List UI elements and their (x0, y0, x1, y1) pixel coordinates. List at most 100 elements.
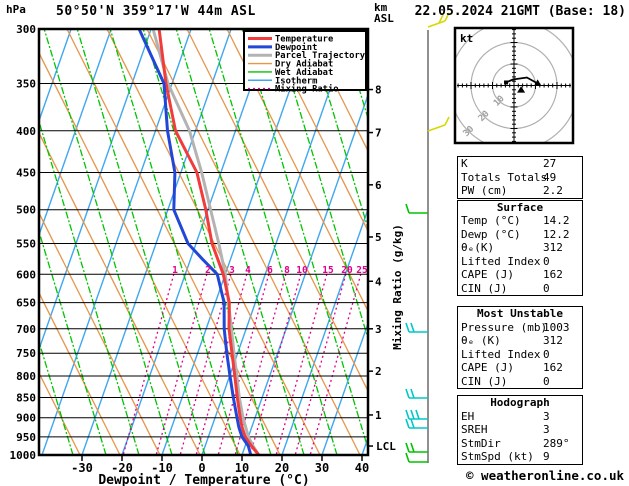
indices-table-hodograph: Hodograph EH 3 SREH 3 StmDir 289° StmSpd (kt) 9 (457, 395, 583, 465)
indices-table-surface: Surface Temp (°C) 14.2 Dewp (°C) 12.2 θₑ(K) 31… (457, 199, 583, 296)
table-row: EH 3 (458, 410, 582, 424)
height-axis-unit-label: km ASL (374, 2, 394, 24)
table-row-label: PW (cm) (461, 184, 508, 197)
table-row-label: CAPE (J) (461, 268, 514, 281)
x-axis-title: Dewpoint / Temperature (°C) (98, 473, 309, 486)
wind-barb (405, 442, 428, 453)
table-row: Lifted Index 0 (458, 348, 582, 362)
temperature-axis: -30 -20 -10 0 10 20 30 40 (71, 455, 369, 475)
table-row-label: Lifted Index (461, 254, 541, 268)
wind-barb (405, 322, 428, 333)
table-row: CAPE (J) 162 (458, 361, 582, 375)
svg-text:850: 850 (16, 391, 36, 404)
table-row: CIN (J) 0 (458, 375, 582, 389)
svg-text:450: 450 (16, 166, 36, 179)
table-row-value: 3 (543, 423, 550, 436)
wind-barb-column (405, 12, 450, 463)
table-row-label: SREH (461, 423, 488, 436)
svg-text:8: 8 (375, 84, 382, 97)
svg-text:950: 950 (16, 431, 36, 444)
wind-barb (427, 116, 450, 132)
table-row-label: StmDir (461, 436, 501, 450)
svg-text:6: 6 (267, 265, 273, 276)
svg-text:750: 750 (16, 347, 36, 360)
table-row-value: 0 (543, 254, 550, 268)
svg-text:30: 30 (315, 461, 329, 475)
table-row-value: 2.2 (543, 184, 563, 197)
svg-text:3: 3 (229, 265, 235, 276)
lcl-label: LCL (376, 440, 396, 453)
table-row-value: 9 (543, 450, 550, 463)
svg-text:6: 6 (375, 179, 382, 192)
hodograph: 102030kt (453, 26, 575, 145)
wind-barb (405, 452, 428, 463)
pressure-axis-unit-label: hPa (6, 3, 26, 16)
table-row-value: 312 (543, 241, 563, 254)
legend: TemperatureDewpointParcel TrajectoryDry … (243, 30, 367, 95)
legend-label: Mixing Ratio (275, 84, 339, 95)
indices-table-most-unstable: Most Unstable Pressure (mb) 1003 θₑ (K) 312 L… (457, 306, 583, 389)
table-row-value: 0 (543, 281, 550, 295)
indices-panel: K 27 Totals Totals 49 PW (cm) 2.2 Surface Temp … (457, 156, 583, 465)
table-row-value: 12.2 (543, 227, 570, 241)
wind-barb (405, 418, 428, 429)
svg-text:800: 800 (16, 370, 36, 383)
indices-table-main: K 27 Totals Totals 49 PW (cm) 2.2 (457, 156, 583, 199)
table-row-label: StmSpd (kt) (461, 450, 534, 463)
table-row-label: CIN (J) (461, 281, 508, 295)
wind-barb (405, 388, 428, 399)
table-row-label: CIN (J) (461, 374, 508, 388)
table-row: θₑ(K) 312 (458, 241, 582, 255)
svg-text:500: 500 (16, 204, 36, 217)
svg-text:600: 600 (16, 268, 36, 281)
mixing-ratio-axis-label: Mixing Ratio (g/kg) (391, 224, 404, 350)
table-row-value: 49 (543, 170, 557, 184)
svg-text:25: 25 (356, 265, 368, 276)
hodograph-ring-label: 10 (492, 94, 507, 109)
svg-text:900: 900 (16, 412, 36, 425)
svg-text:5: 5 (375, 231, 382, 244)
pressure-axis-labels: 300 350 400 450 500 550 600 650 700 750 800 850 900 9… (10, 23, 37, 462)
table-row: Temp (°C) 14.2 (458, 214, 582, 228)
svg-text:20: 20 (341, 265, 353, 276)
svg-text:40: 40 (355, 461, 369, 475)
table-row: θₑ (K) 312 (458, 334, 582, 348)
svg-text:10: 10 (296, 265, 308, 276)
svg-text:2: 2 (375, 365, 382, 378)
hodograph-unit-label: kt (460, 32, 473, 45)
table-row-label: K (461, 157, 468, 170)
svg-text:550: 550 (16, 237, 36, 250)
datetime-label: 22.05.2024 21GMT (Base: 18) (414, 4, 626, 19)
table-row-value: 162 (543, 361, 563, 374)
svg-text:8: 8 (284, 265, 290, 276)
table-row-value: 162 (543, 268, 563, 281)
svg-text:650: 650 (16, 297, 36, 310)
svg-text:2: 2 (205, 265, 211, 276)
wind-barb (405, 203, 428, 214)
table-row-label: θₑ(K) (461, 241, 495, 254)
table-row-value: 0 (543, 347, 550, 361)
table-row-value: 0 (543, 374, 550, 388)
copyright-label: © weatheronline.co.uk (466, 468, 625, 483)
table-row: CIN (J) 0 (458, 282, 582, 296)
table-row-value: 27 (543, 157, 557, 170)
table-row-value: 3 (543, 409, 550, 423)
svg-text:7: 7 (375, 127, 382, 140)
table-row-label: CAPE (J) (461, 361, 514, 374)
hodograph-trace (505, 76, 537, 84)
table-section-header: Most Unstable (476, 307, 564, 320)
skewt-sounding-page: 1 2 3 4 6 8 10 15 20 25 300 350 400 450 500 550 600 650 70… (0, 0, 629, 486)
table-row: SREH 3 (458, 423, 582, 437)
table-section-header: Surface (496, 200, 544, 214)
svg-text:3: 3 (375, 323, 382, 336)
table-row: Dewp (°C) 12.2 (458, 228, 582, 242)
table-row: Pressure (mb) 1003 (458, 321, 582, 335)
wind-barb (405, 409, 428, 420)
table-row-label: Dewp (°C) (461, 227, 521, 241)
table-row-value: 14.2 (543, 214, 570, 227)
table-row: CAPE (J) 162 (458, 268, 582, 282)
svg-text:4: 4 (375, 275, 382, 288)
svg-text:4: 4 (245, 265, 251, 276)
svg-text:1: 1 (375, 409, 382, 422)
asl-label: ASL (374, 12, 394, 25)
